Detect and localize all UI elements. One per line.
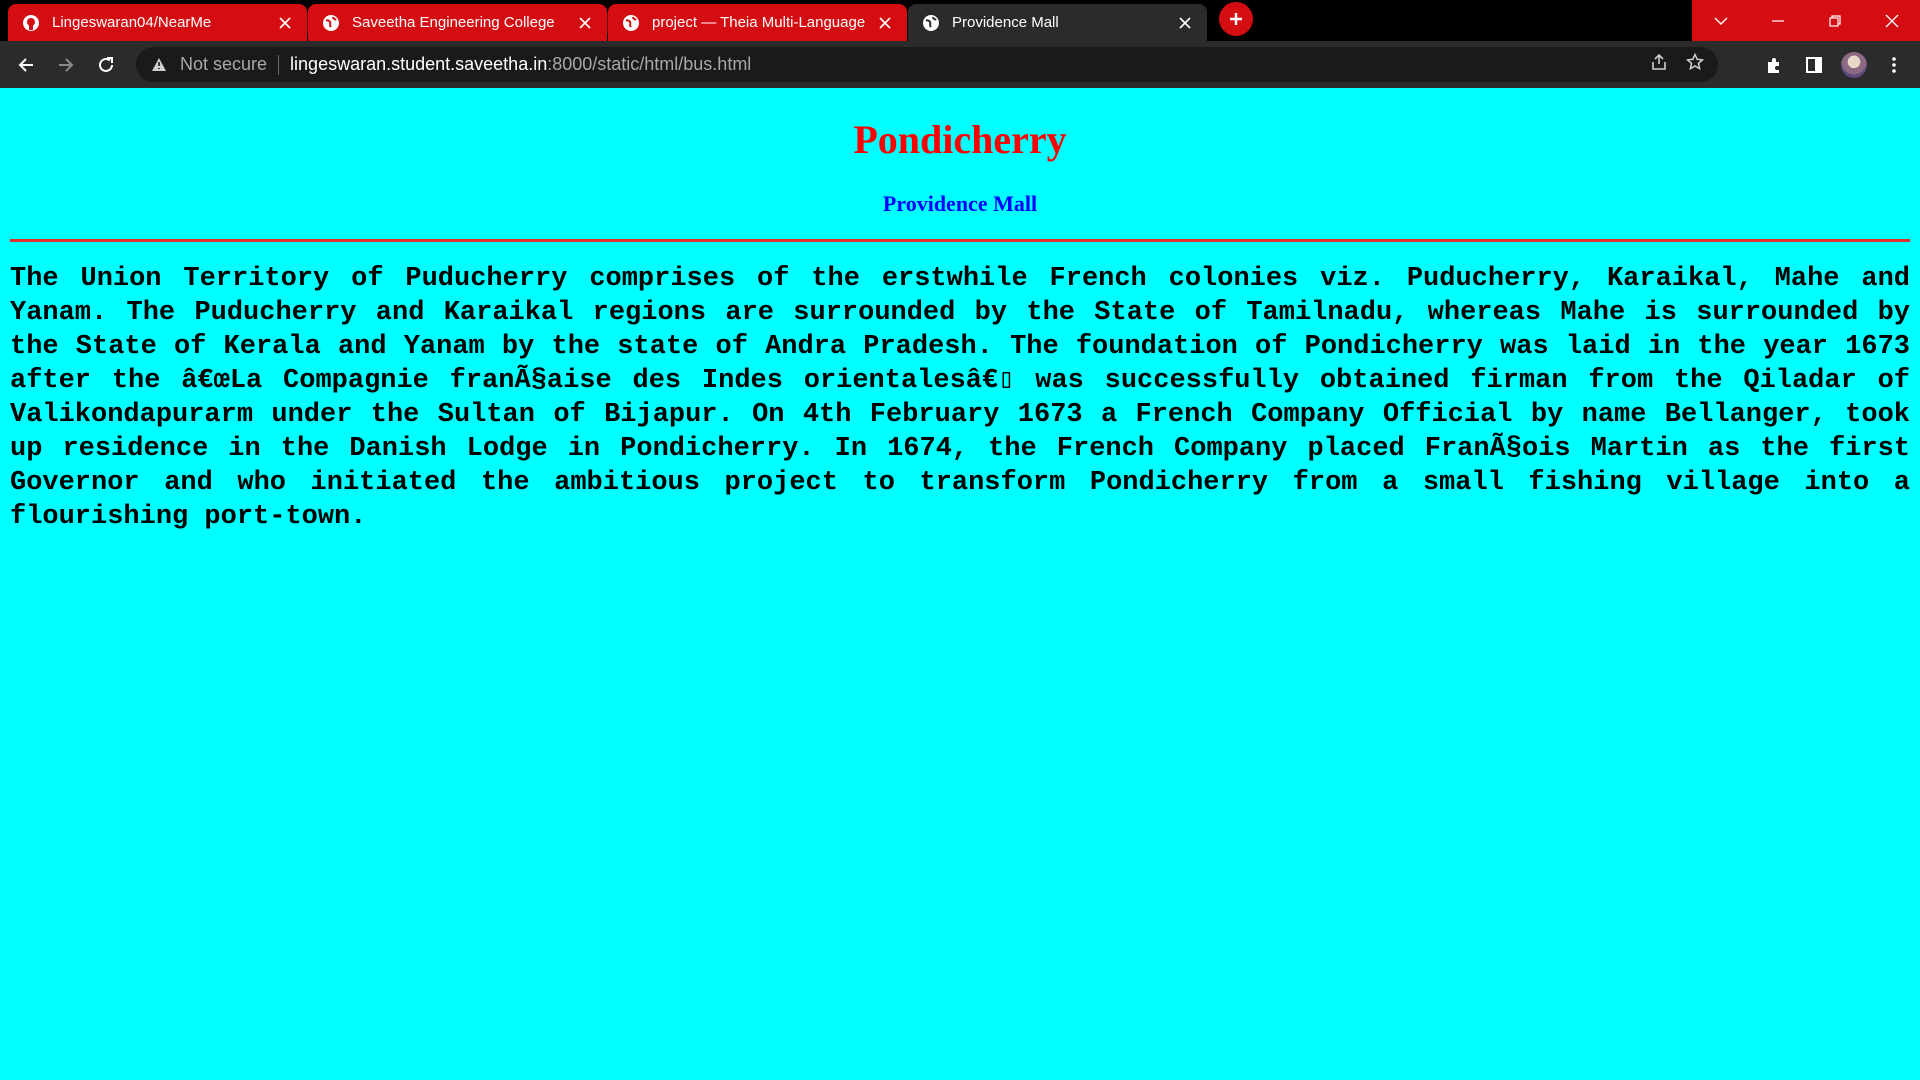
puzzle-icon	[1768, 57, 1779, 73]
window-controls	[1692, 0, 1920, 41]
tabs: Lingeswaran04/NearMe Saveetha Engineerin…	[0, 0, 1253, 41]
tab-title: Lingeswaran04/NearMe	[52, 14, 212, 31]
url-host: lingeswaran.student.saveetha.in	[290, 54, 548, 74]
new-tab-button[interactable]	[1219, 2, 1253, 36]
tab-nearme[interactable]: Lingeswaran04/NearMe	[8, 4, 308, 41]
close-icon[interactable]	[875, 13, 895, 33]
security-label[interactable]: Not secure	[180, 54, 267, 75]
url-path: :8000/static/html/bus.html	[547, 54, 752, 74]
chevron-down-icon	[1714, 17, 1727, 25]
url-text[interactable]: lingeswaran.student.saveetha.in:8000/sta…	[290, 54, 751, 75]
restore-button[interactable]	[1806, 0, 1863, 41]
globe-icon	[322, 14, 340, 32]
menu-button[interactable]	[1874, 45, 1914, 85]
back-arrow-icon	[18, 57, 33, 72]
share-icon[interactable]	[1650, 53, 1668, 76]
reload-button[interactable]	[86, 45, 126, 85]
page-title: Pondicherry	[853, 117, 1067, 162]
web-page: Pondicherry Providence Mall The Union Te…	[0, 88, 1920, 1080]
tab-title: Providence Mall	[952, 14, 1059, 31]
forward-button[interactable]	[46, 45, 86, 85]
plus-icon	[1230, 13, 1242, 25]
extensions-button[interactable]	[1754, 45, 1794, 85]
globe-icon	[922, 14, 940, 32]
close-icon[interactable]	[275, 13, 295, 33]
omnibox-actions	[1650, 47, 1705, 82]
toolbar-right	[1754, 41, 1920, 88]
tab-title: project — Theia Multi-Language	[652, 14, 866, 31]
globe-icon	[622, 14, 640, 32]
page-subtitle: Providence Mall	[882, 191, 1038, 216]
close-window-button[interactable]	[1863, 0, 1920, 41]
horizontal-rule	[10, 239, 1910, 242]
tab-saveetha[interactable]: Saveetha Engineering College	[308, 4, 608, 41]
body-paragraph: The Union Territory of Puducherry compri…	[10, 264, 1910, 532]
avatar	[1841, 51, 1867, 78]
close-icon[interactable]	[1175, 13, 1195, 33]
warning-icon[interactable]	[150, 56, 168, 74]
back-button[interactable]	[6, 45, 46, 85]
side-panel-icon	[1806, 56, 1822, 73]
kebab-menu-icon	[1892, 56, 1896, 73]
address-bar[interactable]: Not secure lingeswaran.student.saveetha.…	[136, 47, 1718, 82]
side-panel-button[interactable]	[1794, 45, 1834, 85]
minimize-button[interactable]	[1749, 0, 1806, 41]
tab-search-button[interactable]	[1692, 0, 1749, 41]
reload-icon	[99, 56, 113, 72]
tab-title: Saveetha Engineering College	[352, 14, 555, 31]
forward-arrow-icon	[59, 57, 74, 72]
close-icon[interactable]	[575, 13, 595, 33]
omnibox-divider	[278, 54, 280, 75]
minimize-icon	[1771, 19, 1784, 22]
github-icon	[22, 14, 40, 32]
tab-providence-mall[interactable]: Providence Mall	[908, 4, 1207, 41]
tab-strip: Lingeswaran04/NearMe Saveetha Engineerin…	[0, 0, 1920, 41]
profile-button[interactable]	[1834, 45, 1874, 85]
browser-toolbar: Not secure lingeswaran.student.saveetha.…	[0, 41, 1920, 88]
close-icon	[1885, 14, 1898, 27]
bookmark-star-icon[interactable]	[1685, 52, 1705, 76]
restore-icon	[1828, 14, 1841, 27]
tab-theia[interactable]: project — Theia Multi-Language	[608, 4, 907, 41]
